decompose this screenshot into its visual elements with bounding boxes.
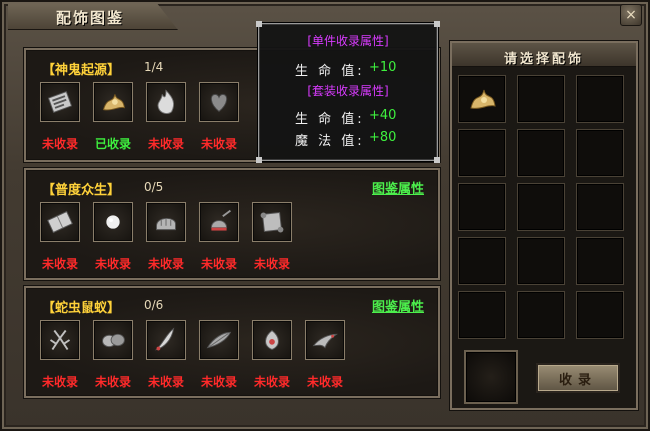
tooltip-corner [434, 21, 440, 27]
attr-value: +80 [369, 130, 397, 145]
item-status: 未收录 [41, 375, 78, 389]
selector-slot[interactable] [576, 75, 624, 123]
tooltip-corner [434, 157, 440, 163]
selector-slot[interactable] [576, 183, 624, 231]
pearl-icon[interactable] [93, 202, 133, 242]
egg-icon[interactable] [93, 320, 133, 360]
item-status: 未收录 [147, 375, 184, 389]
scroll-icon[interactable] [40, 82, 80, 122]
selector-slot[interactable] [517, 291, 565, 339]
item-status: 未收录 [147, 257, 184, 271]
set-attr-header: [套装收录属性] [307, 84, 389, 98]
tooltip-corner [256, 157, 262, 163]
single-attr-header: [单件收录属性] [307, 34, 389, 48]
set-name: 【普度众生】 [42, 183, 121, 198]
selected-accessory-slot[interactable] [464, 350, 518, 404]
item-status: 未收录 [94, 375, 131, 389]
item-status: 未收录 [200, 375, 237, 389]
attr-value: +40 [369, 108, 397, 123]
bell-icon[interactable] [199, 202, 239, 242]
set-panel-3: 【蛇虫鼠蚁】 0/6 图鉴属性 未收录 未收录 未收录 未收录 未收录 未收录 [24, 286, 440, 398]
set-count: 1/4 [144, 60, 164, 74]
tooltip-corner [256, 21, 262, 27]
item-status: 未收录 [41, 137, 78, 151]
antler-icon[interactable] [40, 320, 80, 360]
set-panel-2: 【普度众生】 0/5 图鉴属性 未收录 未收录 未收录 未收录 未收录 [24, 168, 440, 280]
set-name: 【神鬼起源】 [42, 63, 121, 78]
window-title: 配饰图鉴 [56, 9, 125, 27]
fist-icon[interactable] [146, 202, 186, 242]
set-count: 0/6 [144, 298, 164, 312]
item-status: 未收录 [253, 375, 290, 389]
flame-icon[interactable] [146, 82, 186, 122]
flower-icon[interactable] [252, 320, 292, 360]
selector-slot[interactable] [576, 129, 624, 177]
item-status: 未收录 [306, 375, 343, 389]
selector-slot[interactable] [517, 75, 565, 123]
set-attributes-link[interactable]: 图鉴属性 [372, 178, 424, 197]
fang-icon[interactable] [146, 320, 186, 360]
selector-slot[interactable] [517, 237, 565, 285]
selector-slot[interactable] [517, 129, 565, 177]
selector-slot[interactable] [458, 291, 506, 339]
attr-label: 生 命 值: [295, 112, 365, 127]
item-status: 未收录 [200, 137, 237, 151]
set-name: 【蛇虫鼠蚁】 [42, 301, 121, 316]
selector-slot[interactable] [458, 129, 506, 177]
attr-label: 生 命 值: [295, 64, 365, 79]
attr-value: +10 [369, 60, 397, 75]
item-status: 未收录 [200, 257, 237, 271]
selector-slot[interactable] [576, 237, 624, 285]
selector-slot[interactable] [517, 183, 565, 231]
rolled-scroll-icon[interactable] [252, 202, 292, 242]
selector-slot[interactable] [576, 291, 624, 339]
claw-icon[interactable] [305, 320, 345, 360]
close-button[interactable]: × [620, 4, 642, 26]
item-status: 已收录 [94, 137, 131, 151]
item-status: 未收录 [147, 137, 184, 151]
selector-slot[interactable] [458, 183, 506, 231]
selector-slot[interactable] [458, 237, 506, 285]
feather-icon[interactable] [199, 320, 239, 360]
selector-title: 请选择配饰 [503, 52, 584, 67]
attr-label: 魔 法 值: [295, 134, 365, 149]
book-icon[interactable] [40, 202, 80, 242]
item-status: 未收录 [41, 257, 78, 271]
gold-claw-icon[interactable] [93, 82, 133, 122]
item-status: 未收录 [94, 257, 131, 271]
selector-slot-gold-claw-icon[interactable] [458, 75, 506, 123]
attribute-tooltip: [单件收录属性] 生 命 值: +10 [套装收录属性] 生 命 值: +40 … [256, 21, 440, 163]
item-status: 未收录 [253, 257, 290, 271]
collect-button[interactable]: 收录 [536, 363, 620, 393]
set-attributes-link[interactable]: 图鉴属性 [372, 296, 424, 315]
set-count: 0/5 [144, 180, 164, 194]
heart-icon[interactable] [199, 82, 239, 122]
